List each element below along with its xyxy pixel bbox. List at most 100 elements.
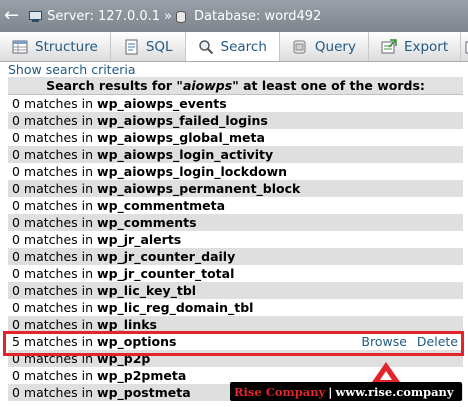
table-name: wp_jr_counter_total	[97, 266, 235, 281]
table-name: wp_links	[97, 317, 157, 332]
sql-icon	[123, 39, 139, 55]
table-name: wp_aiowps_failed_logins	[97, 113, 268, 128]
match-count-text: 0 matches in	[12, 181, 98, 196]
match-count-cell: 0 matches in wp_lic_key_tbl	[8, 282, 335, 299]
match-count-cell: 0 matches in wp_aiowps_login_activity	[8, 146, 335, 163]
table-row: 0 matches in wp_aiowps_login_lockdown	[8, 163, 463, 180]
match-count-text: 0 matches in	[12, 385, 98, 400]
row-actions-cell	[334, 316, 463, 333]
table-name: wp_jr_alerts	[97, 232, 182, 247]
row-actions-cell	[334, 299, 463, 316]
browse-link[interactable]: Browse	[361, 334, 407, 349]
match-count-text: 0 matches in	[12, 113, 98, 128]
match-count-cell: 0 matches in wp_commentmeta	[8, 197, 335, 214]
row-actions-cell	[334, 180, 463, 197]
table-name: wp_options	[97, 334, 177, 349]
database-icon	[176, 10, 189, 23]
watermark-divider: |	[328, 384, 333, 399]
row-actions-cell	[334, 214, 463, 231]
tab-query[interactable]: Query	[280, 32, 369, 61]
match-count-text: 0 matches in	[12, 164, 98, 179]
match-count-text: 0 matches in	[12, 283, 98, 298]
row-actions-cell	[334, 231, 463, 248]
match-count-text: 5 matches in	[12, 334, 98, 349]
back-arrow-icon[interactable]: ←	[4, 7, 19, 25]
match-count-text: 0 matches in	[12, 232, 98, 247]
table-name: wp_aiowps_global_meta	[97, 130, 265, 145]
table-name: wp_aiowps_login_activity	[97, 147, 274, 162]
tab-label: Structure	[35, 38, 98, 55]
match-count-cell: 0 matches in wp_links	[8, 316, 335, 333]
table-name: wp_comments	[97, 215, 197, 230]
row-actions-cell: Browse Delete	[334, 333, 463, 350]
match-count-text: 0 matches in	[12, 249, 98, 264]
search-icon	[198, 39, 214, 55]
tab-bar: Structure SQL Search Query Export	[0, 32, 468, 62]
table-row: 0 matches in wp_aiowps_login_activity	[8, 146, 463, 163]
table-row: 0 matches in wp_jr_alerts	[8, 231, 463, 248]
breadcrumb-server[interactable]: Server: 127.0.0.1	[47, 9, 160, 24]
export-icon	[381, 38, 397, 55]
table-row: 0 matches in wp_aiowps_failed_logins	[8, 112, 463, 129]
tab-search[interactable]: Search	[185, 32, 280, 61]
row-actions-cell	[334, 197, 463, 214]
breadcrumb-bar: ← Server: 127.0.0.1 » Database: word492	[0, 0, 468, 32]
breadcrumb-database[interactable]: Database: word492	[194, 9, 321, 24]
watermark-logo-inner	[380, 371, 392, 380]
match-count-cell: 0 matches in wp_aiowps_login_lockdown	[8, 163, 335, 180]
row-actions-cell	[334, 163, 463, 180]
search-term: aiowps	[182, 78, 233, 93]
server-icon	[29, 10, 43, 22]
tab-export[interactable]: Export	[369, 32, 462, 61]
match-count-cell: 0 matches in wp_aiowps_failed_logins	[8, 112, 335, 129]
table-row: 0 matches in wp_jr_counter_total	[8, 265, 463, 282]
match-count-text: 0 matches in	[12, 368, 98, 383]
results-body: 0 matches in wp_aiowps_events 0 matches i…	[8, 94, 463, 401]
table-name: wp_jr_counter_daily	[97, 249, 236, 264]
table-name: wp_p2pmeta	[97, 368, 187, 383]
match-count-cell: 0 matches in wp_lic_reg_domain_tbl	[8, 299, 335, 316]
match-count-cell: 0 matches in wp_aiowps_global_meta	[8, 129, 335, 146]
table-name: wp_aiowps_permanent_block	[97, 181, 301, 196]
match-count-cell: 0 matches in wp_aiowps_permanent_block	[8, 180, 335, 197]
match-count-text: 0 matches in	[12, 351, 98, 366]
match-count-text: 0 matches in	[12, 130, 98, 145]
table-name: wp_aiowps_events	[97, 96, 227, 111]
delete-link[interactable]: Delete	[417, 334, 458, 349]
structure-icon	[12, 39, 28, 55]
match-count-text: 0 matches in	[12, 96, 98, 111]
table-name: wp_postmeta	[97, 385, 191, 400]
match-count-text: 0 matches in	[12, 147, 98, 162]
table-row: 0 matches in wp_lic_key_tbl	[8, 282, 463, 299]
table-row: 0 matches in wp_jr_counter_daily	[8, 248, 463, 265]
results-heading: Search results for "aiowps" at least one…	[8, 77, 463, 95]
row-actions-cell	[334, 112, 463, 129]
match-count-text: 0 matches in	[12, 300, 98, 315]
tab-label: SQL	[145, 38, 173, 55]
row-actions-cell	[334, 94, 463, 112]
match-count-cell: 5 matches in wp_options	[8, 333, 335, 350]
table-row: 0 matches in wp_comments	[8, 214, 463, 231]
row-actions-cell	[334, 146, 463, 163]
results-heading-text: Search results for "aiowps" at least one…	[46, 78, 425, 93]
watermark-site: www.rise.company	[335, 384, 454, 399]
table-row: 0 matches in wp_aiowps_global_meta	[8, 129, 463, 146]
row-actions-cell	[334, 129, 463, 146]
row-actions-cell	[334, 265, 463, 282]
tab-more[interactable]	[461, 32, 468, 61]
show-search-criteria-link[interactable]: Show search criteria	[8, 62, 136, 77]
table-row: 0 matches in wp_aiowps_events	[8, 94, 463, 112]
table-name: wp_lic_key_tbl	[97, 283, 197, 298]
match-count-text: 0 matches in	[12, 215, 98, 230]
search-results-table: Search results for "aiowps" at least one…	[8, 77, 463, 401]
match-count-cell: 0 matches in wp_comments	[8, 214, 335, 231]
watermark-banner: Rise Company | www.rise.company	[230, 382, 462, 401]
tab-sql[interactable]: SQL	[111, 32, 186, 61]
match-count-text: 0 matches in	[12, 317, 98, 332]
watermark-brand: Rise Company	[234, 384, 326, 399]
table-row: 5 matches in wp_options Browse Delete	[8, 333, 463, 350]
table-row: 0 matches in wp_lic_reg_domain_tbl	[8, 299, 463, 316]
tab-structure[interactable]: Structure	[0, 32, 111, 61]
table-row: 0 matches in wp_links	[8, 316, 463, 333]
match-count-cell: 0 matches in wp_p2p	[8, 350, 335, 367]
